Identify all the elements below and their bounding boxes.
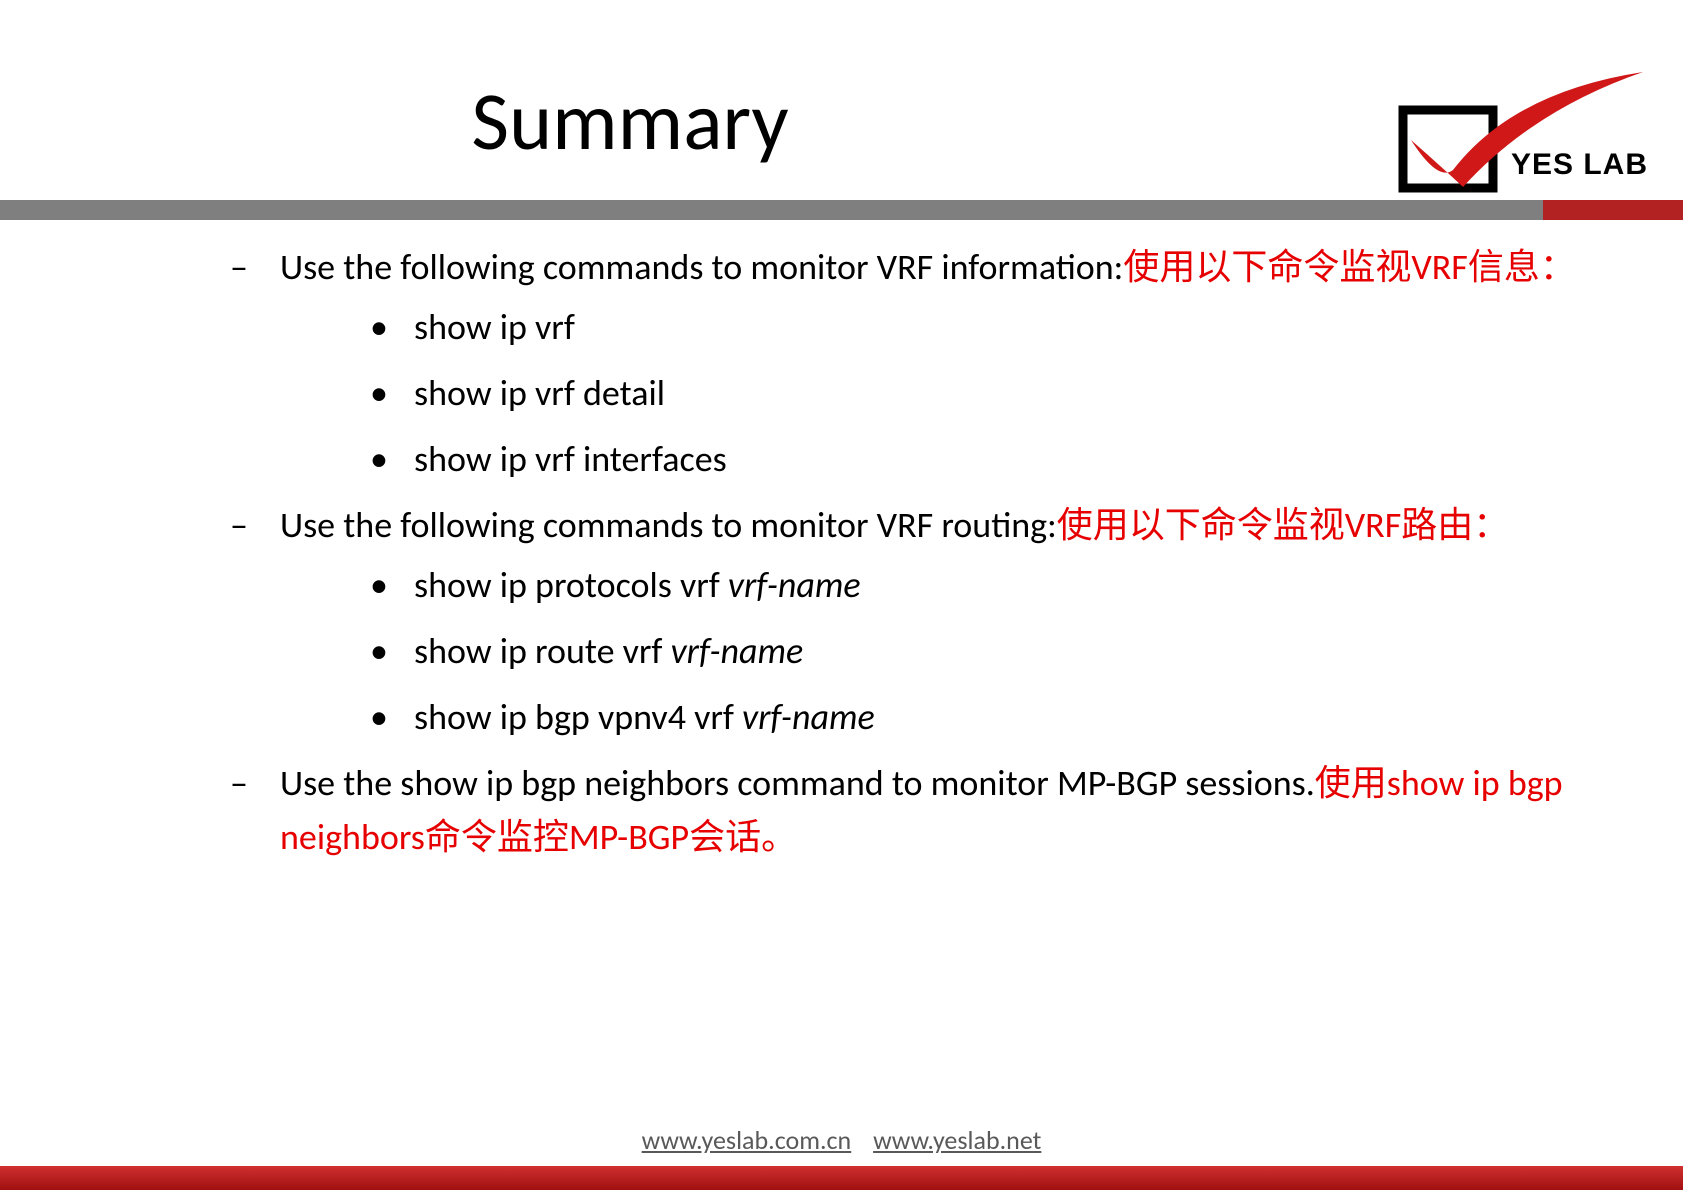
slide: Summary YES LAB Use the following comman… [0,0,1683,1190]
command-text: show ip bgp vpnv4 vrf [414,695,742,739]
footer-link-2[interactable]: www.yeslab.net [873,1124,1041,1156]
command-arg: vrf-name [671,629,804,673]
slide-title: Summary [0,72,1260,172]
bullet-text-zh: 使用以下命令监视VRF信息： [1123,245,1576,289]
command-text: show ip protocols vrf [414,563,728,607]
bullet-text-en: Use the following commands to monitor VR… [280,503,1057,547]
bullet-l2: show ip route vrf vrf-name [370,624,1603,678]
bullet-l2: show ip vrf [370,300,1603,354]
bullet-l2: show ip vrf interfaces [370,432,1603,486]
footer-bar [0,1166,1683,1190]
sub-list: show ip protocols vrf vrf-name show ip r… [370,558,1603,744]
separator-accent [1543,200,1683,220]
command-arg: vrf-name [742,695,875,739]
command-text: show ip vrf interfaces [414,437,727,481]
bullet-text-en: Use the following commands to monitor VR… [280,245,1123,289]
command-arg: vrf-name [728,563,861,607]
command-text: show ip vrf detail [414,371,665,415]
sub-list: show ip vrf show ip vrf detail show ip v… [370,300,1603,486]
bullet-l2: show ip protocols vrf vrf-name [370,558,1603,612]
bullet-l2: show ip bgp vpnv4 vrf vrf-name [370,690,1603,744]
command-text: show ip route vrf [414,629,671,673]
bullet-l1: Use the following commands to monitor VR… [230,498,1603,744]
bullet-text-zh: 使用以下命令监视VRF路由： [1057,503,1510,547]
command-text: show ip vrf [414,305,575,349]
separator-bar [0,200,1683,220]
bullet-l1: Use the following commands to monitor VR… [230,240,1603,486]
bullet-text-en: Use the show ip bgp neighbors command to… [280,761,1315,805]
footer-link-1[interactable]: www.yeslab.com.cn [642,1124,852,1156]
logo-text: YES LAB [1511,148,1648,182]
bullet-l1: Use the show ip bgp neighbors command to… [230,756,1603,864]
footer-links: www.yeslab.com.cn www.yeslab.net [0,1124,1683,1156]
bullet-l2: show ip vrf detail [370,366,1603,420]
content-body: Use the following commands to monitor VR… [230,240,1603,872]
logo: YES LAB [1383,62,1663,202]
